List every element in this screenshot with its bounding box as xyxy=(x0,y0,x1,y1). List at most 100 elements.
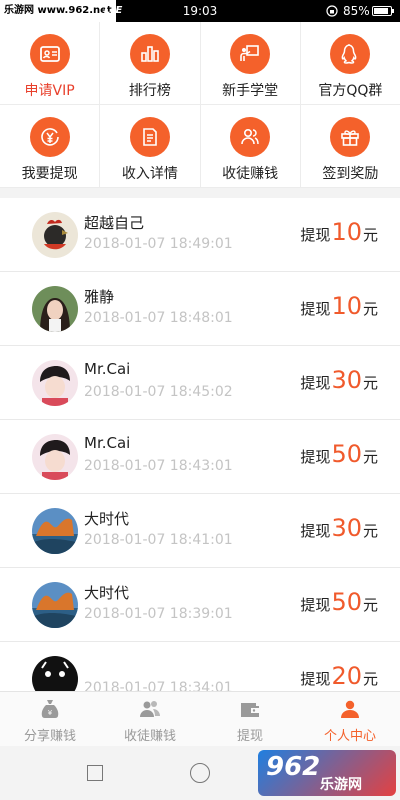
amount-unit: 元 xyxy=(362,670,378,688)
grid-label: 排行榜 xyxy=(128,83,171,99)
list-item[interactable]: Mr.Cai 2018-01-07 18:45:02 提现 30 元 xyxy=(0,346,400,420)
landscape-avatar xyxy=(32,582,78,628)
amount-value: 30 xyxy=(331,366,362,394)
list-item[interactable]: 超越自己 2018-01-07 18:49:01 提现 10 元 xyxy=(0,198,400,272)
grid-item-newbie-school[interactable]: 新手学堂 xyxy=(201,22,301,104)
people-icon xyxy=(230,117,271,157)
withdraw-amount: 提现 50 元 xyxy=(300,588,378,616)
withdraw-time: 2018-01-07 18:41:01 xyxy=(84,532,233,548)
grid-label: 申请VIP xyxy=(24,83,75,99)
amount-value: 50 xyxy=(331,440,362,468)
girl-avatar xyxy=(32,286,78,332)
tab-profile[interactable]: 个人中心 xyxy=(300,692,400,746)
grid-row-2: 我要提现 收入详情 收徒赚钱 签到奖励 xyxy=(0,105,400,188)
tab-withdraw[interactable]: 提现 xyxy=(200,692,300,746)
grid-item-ranking[interactable]: 排行榜 xyxy=(100,22,201,104)
function-grid: 申请VIP 排行榜 新手学堂 官方QQ群 我要提现 收入详情 收徒赚钱 签到奖励 xyxy=(0,22,400,188)
clock: 19:03 xyxy=(182,4,218,18)
gift-icon xyxy=(330,117,371,157)
amount-value: 10 xyxy=(331,292,362,320)
brand-watermark-logo: 962 乐游网 xyxy=(258,750,396,796)
tab-share-earn[interactable]: ¥ 分享赚钱 xyxy=(0,692,100,746)
tab-recruit-earn[interactable]: 收徒赚钱 xyxy=(100,692,200,746)
withdraw-time: 2018-01-07 18:43:01 xyxy=(84,458,233,474)
yen-coin-icon xyxy=(29,117,70,157)
ranking-icon xyxy=(129,34,170,74)
withdraw-amount: 提现 20 元 xyxy=(300,662,378,690)
tab-label: 提现 xyxy=(236,729,263,744)
amount-prefix: 提现 xyxy=(300,670,331,688)
qq-penguin-icon xyxy=(330,34,371,74)
amount-prefix: 提现 xyxy=(300,596,331,614)
amount-prefix: 提现 xyxy=(300,374,331,392)
amount-unit: 元 xyxy=(362,448,378,466)
document-icon xyxy=(129,117,170,157)
list-item[interactable]: Mr.Cai 2018-01-07 18:43:01 提现 50 元 xyxy=(0,420,400,494)
person-icon xyxy=(341,700,359,718)
amount-unit: 元 xyxy=(362,226,378,244)
amount-value: 30 xyxy=(331,514,362,542)
withdraw-time: 2018-01-07 18:45:02 xyxy=(84,384,233,400)
grid-item-income-details[interactable]: 收入详情 xyxy=(100,105,201,187)
amount-prefix: 提现 xyxy=(300,448,331,466)
rotation-lock-icon xyxy=(326,5,338,17)
withdraw-time: 2018-01-07 18:49:01 xyxy=(84,236,233,252)
grid-item-apply-vip[interactable]: 申请VIP xyxy=(0,22,101,104)
battery-percent: 85% xyxy=(343,4,370,18)
amount-prefix: 提现 xyxy=(300,522,331,540)
grid-item-checkin-reward[interactable]: 签到奖励 xyxy=(301,105,400,187)
boy-avatar xyxy=(32,360,78,406)
grid-label: 收入详情 xyxy=(121,166,178,182)
money-bag-icon: ¥ xyxy=(41,700,59,718)
list-item[interactable]: 大时代 2018-01-07 18:41:01 提现 30 元 xyxy=(0,494,400,568)
wallet-icon xyxy=(241,703,259,717)
grid-label: 新手学堂 xyxy=(222,83,279,99)
battery-icon xyxy=(372,6,394,16)
tab-label: 收徒赚钱 xyxy=(123,729,176,744)
amount-value: 50 xyxy=(331,588,362,616)
status-bar: 乐游网 www.962.net LTE 19:03 85% xyxy=(0,0,400,22)
amount-unit: 元 xyxy=(362,596,378,614)
withdraw-amount: 提现 10 元 xyxy=(300,218,378,246)
withdraw-amount: 提现 10 元 xyxy=(300,292,378,320)
rooster-avatar xyxy=(32,212,78,258)
grid-item-withdraw[interactable]: 我要提现 xyxy=(0,105,101,187)
amount-prefix: 提现 xyxy=(300,226,331,244)
vip-card-icon xyxy=(29,34,70,74)
brand-number: 962 xyxy=(266,752,321,782)
user-name: 大时代 xyxy=(84,584,130,602)
grid-item-recruit-apprentice[interactable]: 收徒赚钱 xyxy=(201,105,301,187)
user-name: 超越自己 xyxy=(84,214,145,232)
list-item[interactable]: 大时代 2018-01-07 18:39:01 提现 50 元 xyxy=(0,568,400,642)
user-name: ᅟ xyxy=(84,658,98,676)
list-item[interactable]: ᅟ 2018-01-07 18:34:01 提现 20 元 xyxy=(0,642,400,691)
amount-unit: 元 xyxy=(362,300,378,318)
dark-avatar xyxy=(32,656,78,691)
withdraw-time: 2018-01-07 18:48:01 xyxy=(84,310,233,326)
grid-label: 收徒赚钱 xyxy=(222,166,279,182)
list-item[interactable]: 雅静 2018-01-07 18:48:01 提现 10 元 xyxy=(0,272,400,346)
tab-label: 个人中心 xyxy=(323,729,376,744)
user-name: Mr.Cai xyxy=(84,434,131,452)
people-icon xyxy=(140,701,160,717)
grid-label: 我要提现 xyxy=(21,166,78,182)
amount-value: 10 xyxy=(331,218,362,246)
amount-unit: 元 xyxy=(362,374,378,392)
landscape-avatar xyxy=(32,508,78,554)
grid-item-official-qq-group[interactable]: 官方QQ群 xyxy=(301,22,400,104)
home-button[interactable] xyxy=(190,763,210,783)
grid-label: 签到奖励 xyxy=(322,166,379,182)
withdraw-amount: 提现 30 元 xyxy=(300,514,378,542)
recents-button[interactable] xyxy=(87,765,103,781)
withdraw-time: 2018-01-07 18:39:01 xyxy=(84,606,233,622)
bottom-tab-bar: ¥ 分享赚钱 收徒赚钱 提现 个人中心 xyxy=(0,691,400,746)
svg-text:¥: ¥ xyxy=(48,709,53,717)
user-name: 雅静 xyxy=(84,288,115,306)
withdraw-amount: 提现 30 元 xyxy=(300,366,378,394)
amount-unit: 元 xyxy=(362,522,378,540)
withdrawal-list[interactable]: 超越自己 2018-01-07 18:49:01 提现 10 元 雅静 2018… xyxy=(0,198,400,691)
system-nav-bar: 962 乐游网 xyxy=(0,746,400,800)
withdraw-amount: 提现 50 元 xyxy=(300,440,378,468)
user-name: 大时代 xyxy=(84,510,130,528)
brand-text: 乐游网 xyxy=(320,777,362,793)
